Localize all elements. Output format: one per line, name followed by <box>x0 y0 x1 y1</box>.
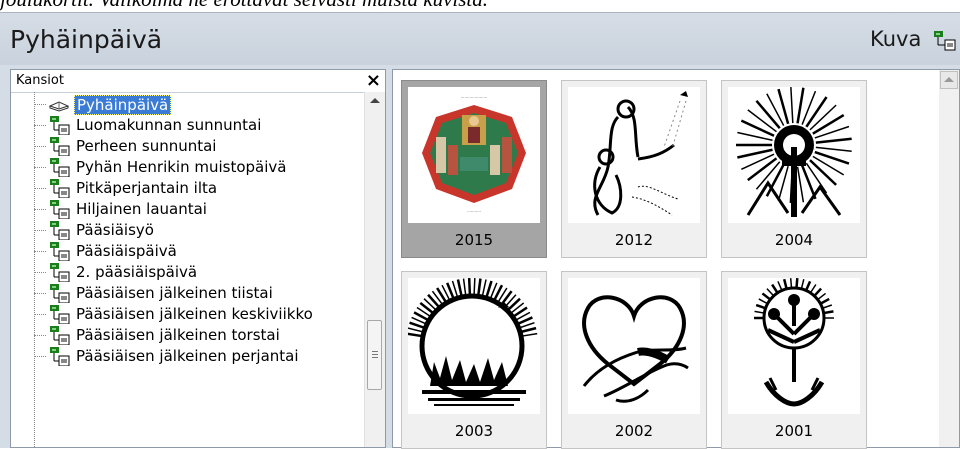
tree-connector-line <box>34 125 46 126</box>
tree-connector-line <box>34 209 46 210</box>
app-window: Pyhäinpäivä Kuva Kansiot × Pyhäinpäivä Lu… <box>0 12 960 449</box>
title-bar: Pyhäinpäivä Kuva <box>0 13 960 65</box>
tree-item[interactable]: Pitkäperjantain ilta <box>34 178 364 199</box>
tree-item-label: Luomakunnan sunnuntai <box>76 116 262 134</box>
scrollbar-grip <box>372 351 378 352</box>
tree-connector-line <box>34 230 46 231</box>
image-thumbnail[interactable]: 2003 <box>401 271 547 449</box>
tree-item[interactable]: 2. pääsiäispäivä <box>34 262 364 283</box>
tree-item-label: 2. pääsiäispäivä <box>76 263 198 281</box>
folder-node-icon <box>50 263 70 282</box>
tree-item[interactable]: Pyhän Henrikin muistopäivä <box>34 157 364 178</box>
scrollbar-grip <box>372 354 378 355</box>
close-icon[interactable]: × <box>366 70 381 91</box>
content-area: Kansiot × Pyhäinpäivä Luomakunnan sunnunt… <box>10 69 960 449</box>
thumbnail-caption: 2001 <box>774 422 814 440</box>
tree-connector-line <box>34 167 46 168</box>
tree-connector-line <box>34 251 46 252</box>
thumbnail-caption: 2004 <box>774 231 814 249</box>
tree-item[interactable]: Pääsiäisen jälkeinen tiistai <box>34 283 364 304</box>
kuva-label[interactable]: Kuva <box>870 27 921 51</box>
folder-node-icon <box>50 326 70 345</box>
page-caption-text: joulukortit. Valikoima ne erottavat selv… <box>0 0 488 10</box>
tree-item[interactable]: Pääsiäisyö <box>34 220 364 241</box>
tree-connector-line <box>34 104 46 105</box>
tree-item[interactable]: Pääsiäisen jälkeinen keskiviikko <box>34 304 364 325</box>
tree-connector-line <box>34 272 46 273</box>
image-thumbnail[interactable]: ····················· ··········· 2015 <box>401 80 547 258</box>
tree-connector-line <box>34 356 46 357</box>
thumbnail-image: ································ <box>408 87 540 223</box>
page-title: Pyhäinpäivä <box>10 25 163 54</box>
scroll-up-arrow-icon[interactable] <box>940 71 958 89</box>
scroll-up-arrow-icon[interactable] <box>370 98 380 103</box>
tree-item-label: Pyhäinpäivä <box>74 95 172 115</box>
tree-connector-line <box>34 188 46 189</box>
tree-item-label: Pyhän Henrikin muistopäivä <box>76 158 287 176</box>
tree-item-label: Pääsiäispäivä <box>76 242 177 260</box>
folders-pane: Kansiot × Pyhäinpäivä Luomakunnan sunnunt… <box>10 69 386 448</box>
image-thumbnail[interactable]: 2001 <box>721 271 867 449</box>
thumbnail-image <box>568 278 700 414</box>
tree-item[interactable]: Pääsiäispäivä <box>34 241 364 262</box>
tree-connector-line <box>34 146 46 147</box>
folders-scrollbar[interactable] <box>364 92 385 447</box>
tree-item[interactable]: Perheen sunnuntai <box>34 136 364 157</box>
tree-item-label: Pitkäperjantain ilta <box>76 179 218 197</box>
tree-item-label: Pääsiäisen jälkeinen perjantai <box>76 347 299 365</box>
thumbnail-image <box>728 278 860 414</box>
folder-node-icon <box>50 116 70 135</box>
folder-node-icon <box>50 137 70 156</box>
folder-node-icon <box>50 347 70 366</box>
tree-item-label: Hiljainen lauantai <box>76 200 207 218</box>
tree-item-label: Pääsiäisen jälkeinen torstai <box>76 326 280 344</box>
folder-tree: Pyhäinpäivä Luomakunnan sunnuntai Perheen … <box>11 92 365 447</box>
tree-item[interactable]: Luomakunnan sunnuntai <box>34 115 364 136</box>
tree-item-label: Pääsiäisyö <box>76 221 154 239</box>
image-thumbnail[interactable]: 2004 <box>721 80 867 258</box>
tree-item-label: Pääsiäisen jälkeinen tiistai <box>76 284 273 302</box>
thumbnail-caption: 2003 <box>454 422 494 440</box>
scrollbar-grip <box>372 357 378 358</box>
thumbnail-caption: 2015 <box>454 231 494 249</box>
folder-node-icon <box>50 200 70 219</box>
folders-pane-header: Kansiot × <box>11 70 385 93</box>
gallery-scrollbar[interactable] <box>939 70 959 447</box>
folder-node-icon <box>50 179 70 198</box>
thumbnail-caption: 2002 <box>614 422 654 440</box>
image-thumbnail[interactable]: 2012 <box>561 80 707 258</box>
folder-node-icon <box>50 158 70 177</box>
folders-pane-title: Kansiot <box>16 73 64 88</box>
svg-text:···········: ··········· <box>467 209 481 214</box>
thumbnail-caption: 2012 <box>614 231 654 249</box>
tree-item-label: Perheen sunnuntai <box>76 137 217 155</box>
image-gallery: ····················· ··········· 2015 2012… <box>392 69 960 449</box>
open-book-icon <box>48 101 70 112</box>
folder-node-icon <box>50 284 70 303</box>
folder-node-icon <box>50 305 70 324</box>
folder-node-icon <box>50 221 70 240</box>
tree-item[interactable]: Hiljainen lauantai <box>34 199 364 220</box>
thumbnail-image <box>568 87 700 223</box>
tree-item-label: Pääsiäisen jälkeinen keskiviikko <box>76 305 313 323</box>
folder-node-icon <box>50 242 70 261</box>
tree-connector-line <box>34 314 46 315</box>
scrollbar-thumb[interactable] <box>367 320 382 390</box>
folder-node-icon[interactable] <box>932 29 960 51</box>
thumbnail-image <box>728 87 860 223</box>
tree-item[interactable]: Pääsiäisen jälkeinen torstai <box>34 325 364 346</box>
tree-connector-line <box>34 293 46 294</box>
tree-item[interactable]: Pääsiäisen jälkeinen perjantai <box>34 346 364 367</box>
svg-text:·····················: ····················· <box>461 95 488 100</box>
image-thumbnail[interactable]: 2002 <box>561 271 707 449</box>
thumbnail-image <box>408 278 540 414</box>
tree-item[interactable]: Pyhäinpäivä <box>34 94 364 115</box>
tree-connector-line <box>34 335 46 336</box>
